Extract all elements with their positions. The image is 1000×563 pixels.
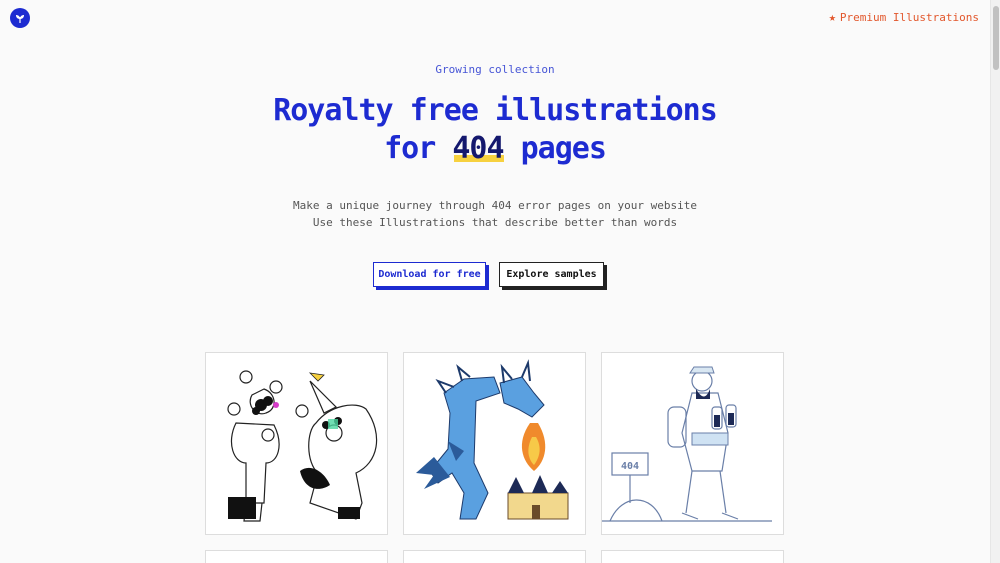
download-button[interactable]: Download for free <box>373 262 486 287</box>
star-icon: ★ <box>828 10 836 24</box>
title-line-1: Royalty free illustrations <box>273 93 718 128</box>
subtitle-line-2: Use these Illustrations that describe be… <box>312 216 678 229</box>
subtitle-line-1: Make a unique journey through 404 error … <box>293 199 697 212</box>
juggling-clown-illustration <box>227 370 378 522</box>
premium-illustrations-link[interactable]: ★ Premium Illustrations <box>829 10 979 24</box>
illustration-card-row2-1[interactable] <box>205 550 388 563</box>
subtitle: Make a unique journey through 404 error … <box>0 197 990 231</box>
title-line-2: for 404 pages <box>0 130 990 168</box>
page-title: Royalty free illustrations for 404 pages <box>0 92 990 168</box>
site-logo[interactable] <box>10 8 30 28</box>
premium-link-label: Premium Illustrations <box>839 10 979 24</box>
fire-breathing-dragon-illustration <box>416 359 569 520</box>
sign-404-text: 404 <box>621 461 639 472</box>
leaf-logo-icon <box>16 15 24 23</box>
illustration-card-clown[interactable] <box>205 352 388 535</box>
illustration-card-row2-2[interactable] <box>403 550 586 563</box>
explore-samples-button[interactable]: Explore samples <box>499 262 604 287</box>
illustration-card-row2-3[interactable] <box>601 550 784 563</box>
title-highlight-404: 404 <box>452 131 504 166</box>
scrollbar-thumb[interactable] <box>993 6 999 70</box>
page-scrollbar[interactable] <box>990 0 1000 563</box>
hiker-with-binoculars-illustration: 404 <box>602 366 772 522</box>
title-pages: pages <box>520 131 607 166</box>
title-for: for <box>384 131 436 166</box>
eyebrow-text: Growing collection <box>435 63 555 76</box>
illustration-card-hiker[interactable]: 404 <box>601 352 784 535</box>
illustration-card-dragon[interactable] <box>403 352 586 535</box>
